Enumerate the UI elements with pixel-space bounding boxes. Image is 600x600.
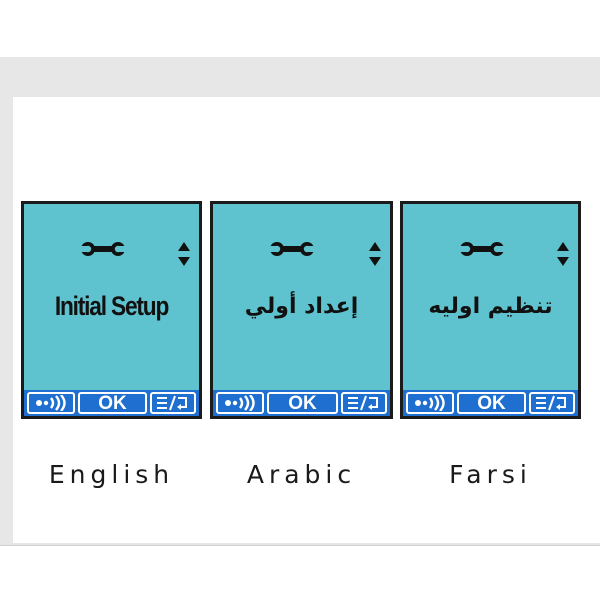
ok-softkey[interactable]: OK: [457, 392, 526, 414]
wrench-icon: [460, 242, 504, 256]
wrench-icon: [81, 242, 125, 256]
ok-softkey[interactable]: OK: [267, 392, 338, 414]
right-softkey[interactable]: [341, 392, 387, 414]
right-softkey[interactable]: [150, 392, 196, 414]
display-screen-farsi: تنظیم اولیه OK: [400, 201, 581, 419]
menu-return-icon: [536, 395, 566, 411]
wrench-icon: [270, 242, 314, 256]
display-screen-arabic: إعداد أولي OK: [210, 201, 393, 419]
up-down-arrows-icon: [178, 242, 190, 266]
voice-signal-icon: [36, 395, 66, 411]
divider-line: [0, 545, 600, 546]
ok-label: OK: [98, 392, 127, 414]
screen-title: تنظیم اولیه: [428, 293, 553, 319]
softkey-bar: OK: [403, 390, 578, 416]
left-softkey[interactable]: [216, 392, 264, 414]
display-screen-english: Initial Setup OK: [21, 201, 202, 419]
menu-return-icon: [157, 395, 187, 411]
ok-softkey[interactable]: OK: [78, 392, 147, 414]
up-down-arrows-icon: [369, 242, 381, 266]
right-softkey[interactable]: [529, 392, 575, 414]
left-softkey[interactable]: [27, 392, 75, 414]
left-softkey[interactable]: [406, 392, 454, 414]
softkey-bar: OK: [213, 390, 390, 416]
language-caption-english: English: [48, 460, 175, 489]
up-down-arrows-icon: [557, 242, 569, 266]
language-caption-farsi: Farsi: [449, 460, 532, 489]
voice-signal-icon: [415, 395, 445, 411]
screen-title: Initial Setup: [54, 290, 169, 321]
voice-signal-icon: [225, 395, 255, 411]
ok-label: OK: [288, 392, 317, 414]
softkey-bar: OK: [24, 390, 199, 416]
language-caption-arabic: Arabic: [246, 460, 357, 489]
menu-return-icon: [348, 395, 378, 411]
screen-title: إعداد أولي: [244, 293, 359, 319]
ok-label: OK: [477, 392, 506, 414]
